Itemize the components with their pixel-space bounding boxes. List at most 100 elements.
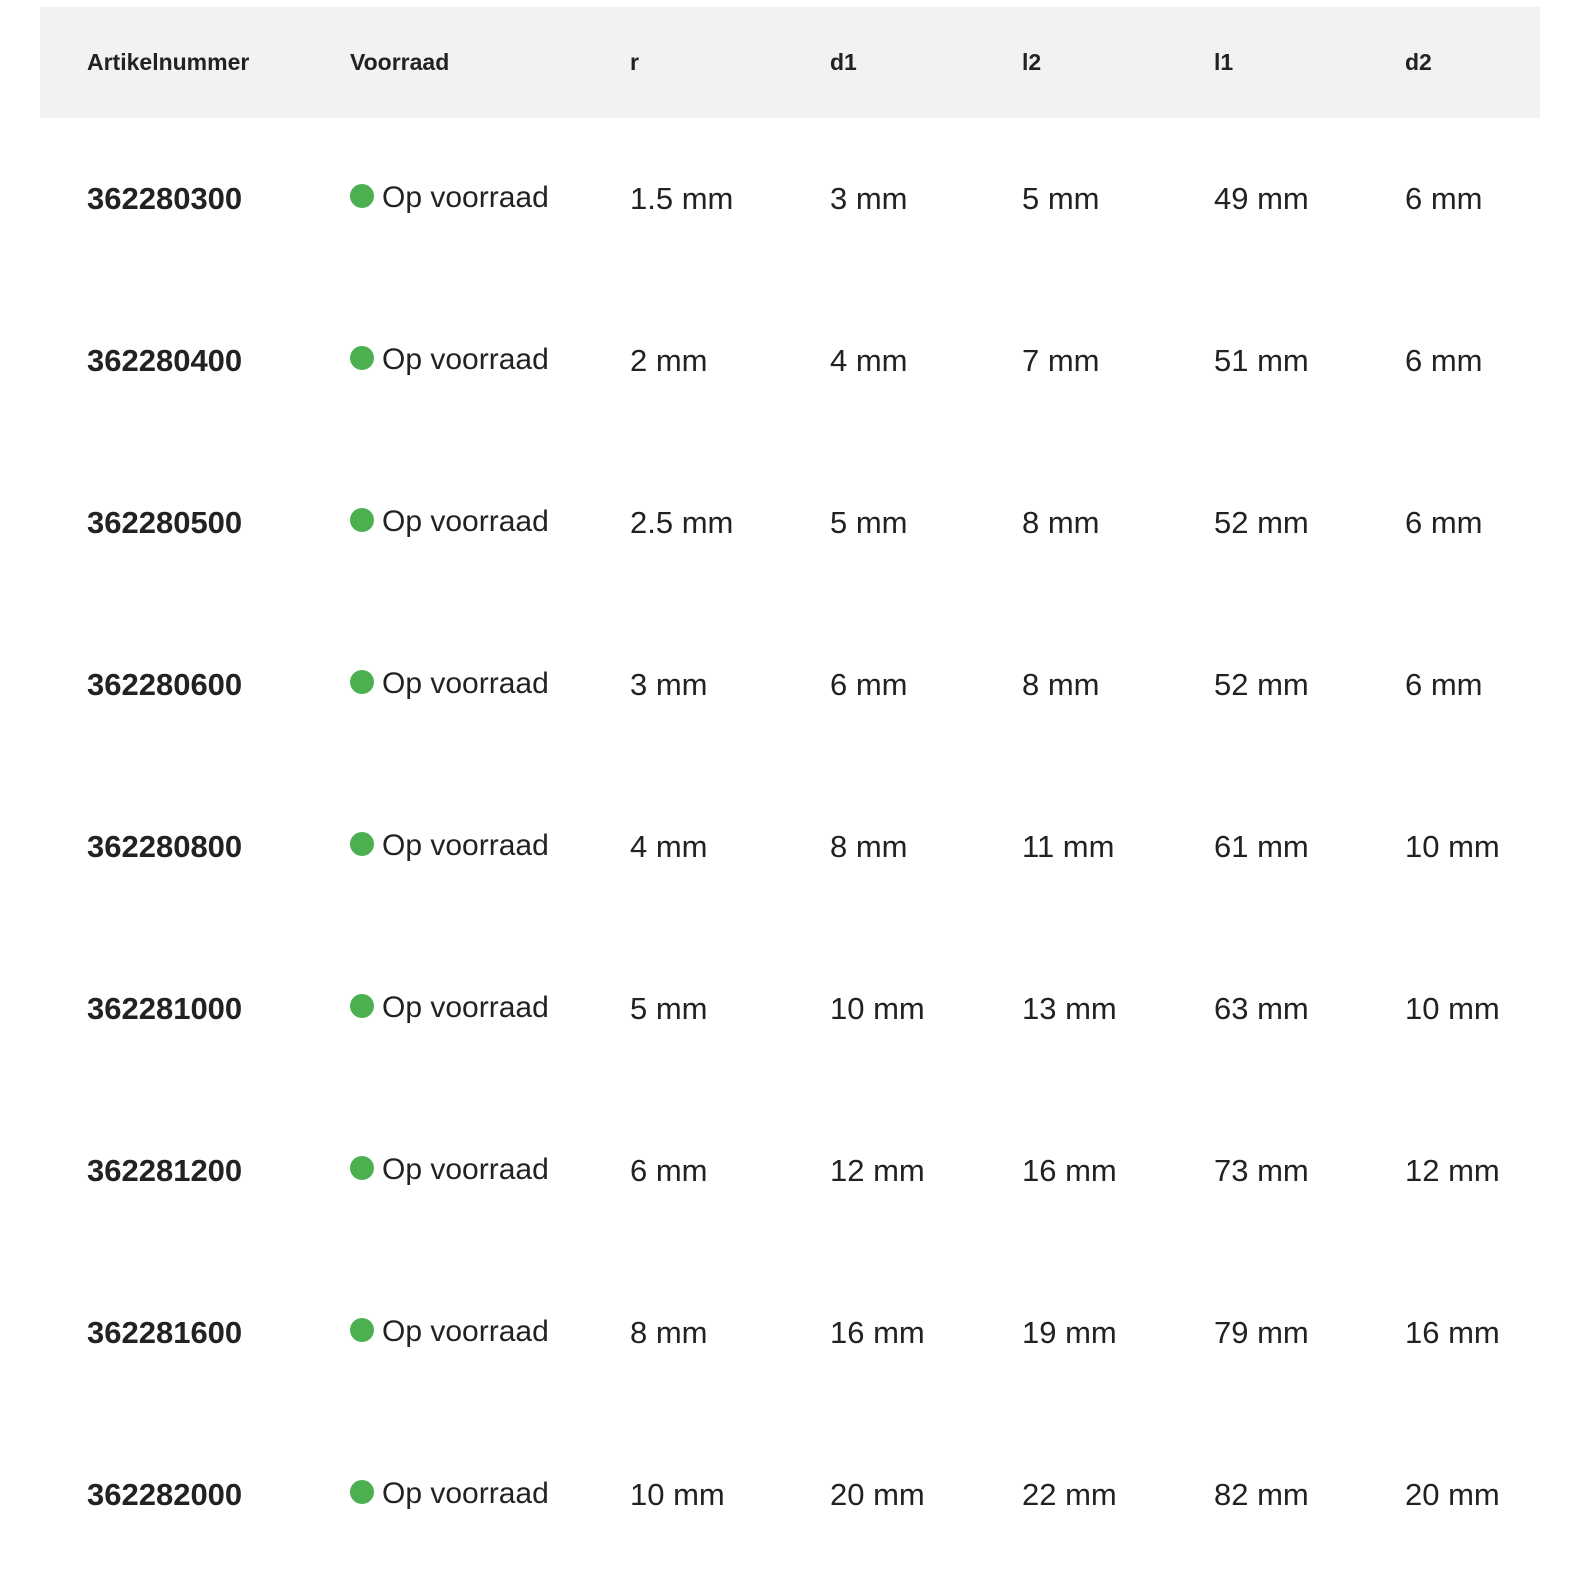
table-row[interactable]: 362280500 Op voorraad 2.5 mm 5 mm 8 mm 52 mm 6… [40, 442, 1540, 604]
value-d2: 6 mm [1405, 181, 1483, 216]
value-r: 5 mm [630, 991, 708, 1026]
stock-status: Op voorraad [350, 1315, 549, 1349]
column-header-l1[interactable]: l1 [1214, 7, 1405, 118]
value-d2: 6 mm [1405, 343, 1483, 378]
table-header: Artikelnummer Voorraad r d1 l2 l1 d2 [40, 7, 1540, 118]
value-l1: 63 mm [1214, 991, 1309, 1026]
value-l1: 61 mm [1214, 829, 1309, 864]
stock-status: Op voorraad [350, 667, 549, 701]
value-r: 2 mm [630, 343, 708, 378]
value-l1: 49 mm [1214, 181, 1309, 216]
article-number[interactable]: 362280500 [40, 442, 350, 604]
value-r: 4 mm [630, 829, 708, 864]
article-number[interactable]: 362281600 [40, 1252, 350, 1414]
stock-status-label: Op voorraad [382, 1476, 549, 1510]
value-l1: 52 mm [1214, 505, 1309, 540]
stock-status-label: Op voorraad [382, 342, 549, 376]
column-header-d1[interactable]: d1 [830, 7, 1022, 118]
stock-cell: Op voorraad [350, 1414, 630, 1576]
value-r: 3 mm [630, 667, 708, 702]
article-number[interactable]: 362280400 [40, 280, 350, 442]
stock-status-dot-icon [350, 507, 374, 532]
value-d2: 20 mm [1405, 1477, 1500, 1512]
value-d1: 5 mm [830, 505, 908, 540]
value-l2: 5 mm [1022, 181, 1100, 216]
value-l2: 19 mm [1022, 1315, 1117, 1350]
stock-status-label: Op voorraad [382, 666, 549, 700]
value-l1: 82 mm [1214, 1477, 1309, 1512]
value-l2: 8 mm [1022, 667, 1100, 702]
table-row[interactable]: 362281200 Op voorraad 6 mm 12 mm 16 mm 73 mm 1… [40, 1090, 1540, 1252]
stock-status-label: Op voorraad [382, 180, 549, 214]
value-l2: 16 mm [1022, 1153, 1117, 1188]
value-d2: 12 mm [1405, 1153, 1500, 1188]
article-number[interactable]: 362282000 [40, 1414, 350, 1576]
value-d1: 16 mm [830, 1315, 925, 1350]
stock-status-label: Op voorraad [382, 990, 549, 1024]
stock-status: Op voorraad [350, 181, 549, 215]
stock-status: Op voorraad [350, 829, 549, 863]
value-l2: 11 mm [1022, 829, 1115, 864]
stock-status-dot-icon [350, 1317, 374, 1342]
article-number[interactable]: 362280800 [40, 766, 350, 928]
stock-status-label: Op voorraad [382, 504, 549, 538]
column-header-artikelnummer[interactable]: Artikelnummer [40, 7, 350, 118]
value-d1: 12 mm [830, 1153, 925, 1188]
value-l2: 8 mm [1022, 505, 1100, 540]
stock-status: Op voorraad [350, 343, 549, 377]
value-l2: 22 mm [1022, 1477, 1117, 1512]
table-row[interactable]: 362281600 Op voorraad 8 mm 16 mm 19 mm 79 mm 1… [40, 1252, 1540, 1414]
value-d1: 8 mm [830, 829, 908, 864]
value-l1: 79 mm [1214, 1315, 1309, 1350]
article-number[interactable]: 362280600 [40, 604, 350, 766]
stock-cell: Op voorraad [350, 1252, 630, 1414]
value-r: 6 mm [630, 1153, 708, 1188]
value-r: 2.5 mm [630, 505, 734, 540]
table-row[interactable]: 362280400 Op voorraad 2 mm 4 mm 7 mm 51 mm 6 m… [40, 280, 1540, 442]
value-l1: 73 mm [1214, 1153, 1309, 1188]
column-header-l2[interactable]: l2 [1022, 7, 1214, 118]
stock-status-dot-icon [350, 1479, 374, 1504]
table-row[interactable]: 362281000 Op voorraad 5 mm 10 mm 13 mm 63 mm 1… [40, 928, 1540, 1090]
value-r: 1.5 mm [630, 181, 734, 216]
stock-cell: Op voorraad [350, 442, 630, 604]
table-row[interactable]: 362280800 Op voorraad 4 mm 8 mm 11 mm 61 mm 10… [40, 766, 1540, 928]
stock-cell: Op voorraad [350, 280, 630, 442]
article-number[interactable]: 362281000 [40, 928, 350, 1090]
value-d1: 3 mm [830, 181, 908, 216]
stock-cell: Op voorraad [350, 1090, 630, 1252]
stock-cell: Op voorraad [350, 928, 630, 1090]
stock-status: Op voorraad [350, 505, 549, 539]
table-row[interactable]: 362282000 Op voorraad 10 mm 20 mm 22 mm 82 mm… [40, 1414, 1540, 1576]
stock-status: Op voorraad [350, 1477, 549, 1511]
table-row[interactable]: 362280600 Op voorraad 3 mm 6 mm 8 mm 52 mm 6 m… [40, 604, 1540, 766]
stock-status: Op voorraad [350, 1153, 549, 1187]
column-header-r[interactable]: r [630, 7, 830, 118]
value-r: 10 mm [630, 1477, 725, 1512]
stock-status-dot-icon [350, 1155, 374, 1180]
value-d2: 10 mm [1405, 829, 1500, 864]
value-d2: 10 mm [1405, 991, 1500, 1026]
stock-status-dot-icon [350, 669, 374, 694]
stock-cell: Op voorraad [350, 118, 630, 280]
article-number[interactable]: 362280300 [40, 118, 350, 280]
value-r: 8 mm [630, 1315, 708, 1350]
value-d2: 6 mm [1405, 505, 1483, 540]
stock-status: Op voorraad [350, 991, 549, 1025]
value-d1: 4 mm [830, 343, 908, 378]
value-l1: 52 mm [1214, 667, 1309, 702]
value-d2: 6 mm [1405, 667, 1483, 702]
stock-status-label: Op voorraad [382, 1152, 549, 1186]
table-body: 362280300 Op voorraad 1.5 mm 3 mm 5 mm 49 mm 6… [40, 118, 1540, 1576]
article-number[interactable]: 362281200 [40, 1090, 350, 1252]
value-l2: 13 mm [1022, 991, 1117, 1026]
stock-cell: Op voorraad [350, 766, 630, 928]
value-d1: 10 mm [830, 991, 925, 1026]
table-header-row: Artikelnummer Voorraad r d1 l2 l1 d2 [40, 7, 1540, 118]
stock-cell: Op voorraad [350, 604, 630, 766]
value-l2: 7 mm [1022, 343, 1100, 378]
column-header-voorraad[interactable]: Voorraad [350, 7, 630, 118]
stock-status-dot-icon [350, 993, 374, 1018]
table-row[interactable]: 362280300 Op voorraad 1.5 mm 3 mm 5 mm 49 mm 6… [40, 118, 1540, 280]
column-header-d2[interactable]: d2 [1405, 7, 1540, 118]
